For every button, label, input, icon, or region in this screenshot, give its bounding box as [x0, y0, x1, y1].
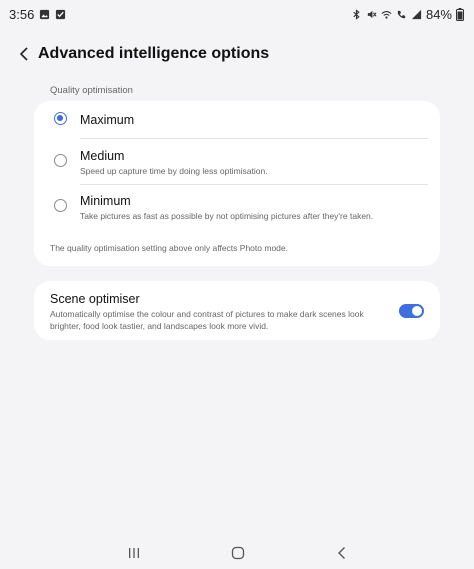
battery-level: 84%	[425, 6, 452, 22]
divider	[80, 138, 428, 139]
back-icon[interactable]	[334, 545, 350, 561]
option-medium-label: Medium	[80, 149, 125, 163]
option-medium-description: Speed up capture time by doing less opti…	[80, 166, 268, 176]
recents-icon[interactable]	[126, 545, 142, 561]
option-minimum[interactable]: Minimum Take pictures as fast as possibl…	[34, 191, 440, 229]
radio-maximum[interactable]	[54, 112, 67, 125]
scene-optimiser-title: Scene optimiser	[50, 292, 140, 306]
status-time: 3:56	[9, 6, 35, 22]
back-arrow-icon	[19, 47, 28, 61]
status-left: 3:56	[9, 7, 66, 22]
mute-icon	[367, 10, 377, 18]
option-maximum-label: Maximum	[80, 113, 135, 127]
back-button[interactable]	[8, 38, 40, 70]
radio-minimum[interactable]	[54, 199, 67, 212]
navigation-bar	[0, 540, 474, 566]
gallery-icon	[40, 9, 50, 19]
check-icon	[56, 9, 66, 19]
option-medium[interactable]: Medium Speed up capture time by doing le…	[34, 146, 440, 184]
battery-icon	[456, 7, 464, 21]
home-icon[interactable]	[230, 545, 246, 561]
bluetooth-icon	[353, 8, 360, 20]
option-minimum-description: Take pictures as fast as possible by not…	[80, 211, 374, 221]
call-icon	[397, 10, 406, 18]
radio-medium[interactable]	[54, 154, 67, 167]
page-title: Advanced intelligence options	[38, 45, 270, 62]
scene-optimiser-description: Automatically optimise the colour and co…	[50, 309, 364, 331]
signal-icon	[411, 9, 422, 19]
divider	[80, 184, 428, 185]
quality-note: The quality optimisation setting above o…	[50, 243, 288, 253]
wifi-icon	[381, 10, 392, 19]
option-minimum-label: Minimum	[80, 194, 131, 208]
status-bar: 3:56 84%	[0, 0, 474, 28]
status-right: 84%	[351, 7, 464, 22]
section-label-quality: Quality optimisation	[50, 85, 133, 96]
scene-optimiser-toggle[interactable]	[399, 304, 424, 318]
quality-optimisation-card: Maximum Medium Speed up capture time by …	[34, 101, 440, 266]
scene-optimiser-card[interactable]: Scene optimiser Automatically optimise t…	[34, 281, 440, 340]
title-bar: Advanced intelligence options	[0, 38, 474, 70]
